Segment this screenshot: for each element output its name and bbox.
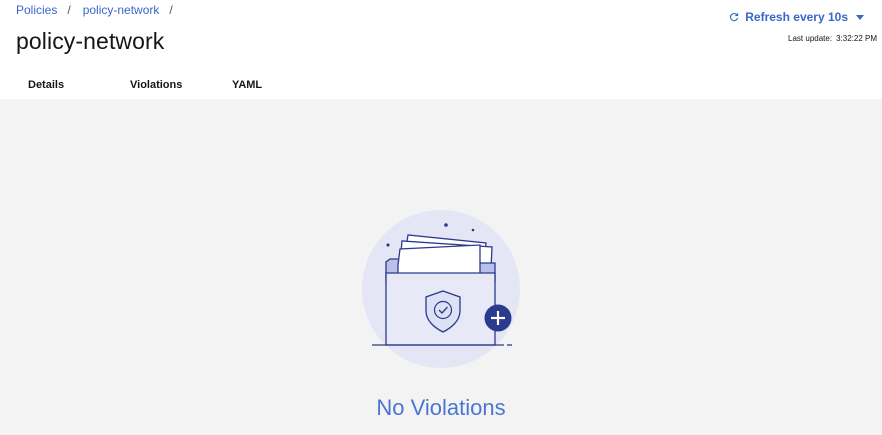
tab-violations[interactable]: Violations (118, 72, 220, 101)
last-update-label: Last update: (788, 34, 833, 43)
empty-state-title: No Violations (376, 395, 506, 420)
refresh-icon (729, 12, 739, 22)
caret-down-icon (856, 14, 864, 20)
breadcrumb: Policies / policy-network / (16, 3, 185, 17)
breadcrumb-separator: / (67, 3, 71, 17)
page-header: Policies / policy-network / policy-netwo… (0, 0, 882, 101)
last-update-time: 3:32:22 PM (836, 34, 877, 43)
refresh-label: Refresh every 10s (745, 10, 848, 24)
breadcrumb-separator: / (169, 3, 173, 17)
breadcrumb-policies-link[interactable]: Policies (16, 3, 57, 17)
folder-shield-illustration (352, 199, 532, 369)
tab-list: Details Violations YAML (16, 72, 322, 101)
tab-yaml[interactable]: YAML (220, 72, 322, 101)
page-title: policy-network (16, 28, 165, 54)
refresh-interval-dropdown[interactable]: Refresh every 10s (729, 10, 864, 24)
breadcrumb-policy-network-link[interactable]: policy-network (83, 3, 160, 17)
tab-details[interactable]: Details (16, 72, 118, 101)
last-update: Last update: 3:32:22 PM (788, 34, 877, 43)
